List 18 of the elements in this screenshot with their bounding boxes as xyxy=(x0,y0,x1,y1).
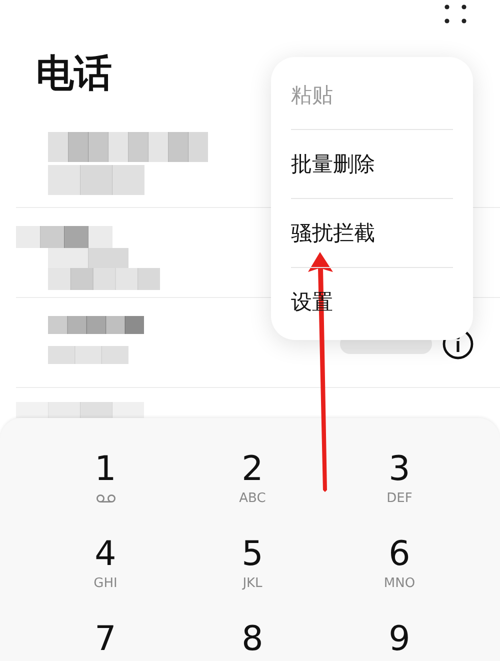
key-letters: JKL xyxy=(242,576,262,592)
dial-key[interactable]: 9 xyxy=(388,620,410,658)
menu-item[interactable]: 批量删除 xyxy=(291,130,453,199)
dial-key[interactable]: 7 xyxy=(94,620,116,658)
key-letters: GHI xyxy=(94,576,118,592)
dial-key[interactable]: 1 xyxy=(94,450,116,488)
page-title: 电话 xyxy=(35,54,112,92)
dial-key[interactable]: 5 xyxy=(242,535,264,573)
key-letters: DEF xyxy=(386,491,412,507)
dial-key[interactable]: 8 xyxy=(242,620,264,658)
dial-key[interactable]: 4 xyxy=(94,535,116,573)
key-letters: MNO xyxy=(384,576,416,592)
key-letters: ABC xyxy=(239,491,266,507)
dial-key[interactable]: 2 xyxy=(242,450,264,488)
more-icon[interactable] xyxy=(444,4,468,24)
voicemail-icon xyxy=(96,494,116,503)
dial-key[interactable]: 6 xyxy=(388,535,410,573)
dial-key[interactable]: 3 xyxy=(388,450,410,488)
